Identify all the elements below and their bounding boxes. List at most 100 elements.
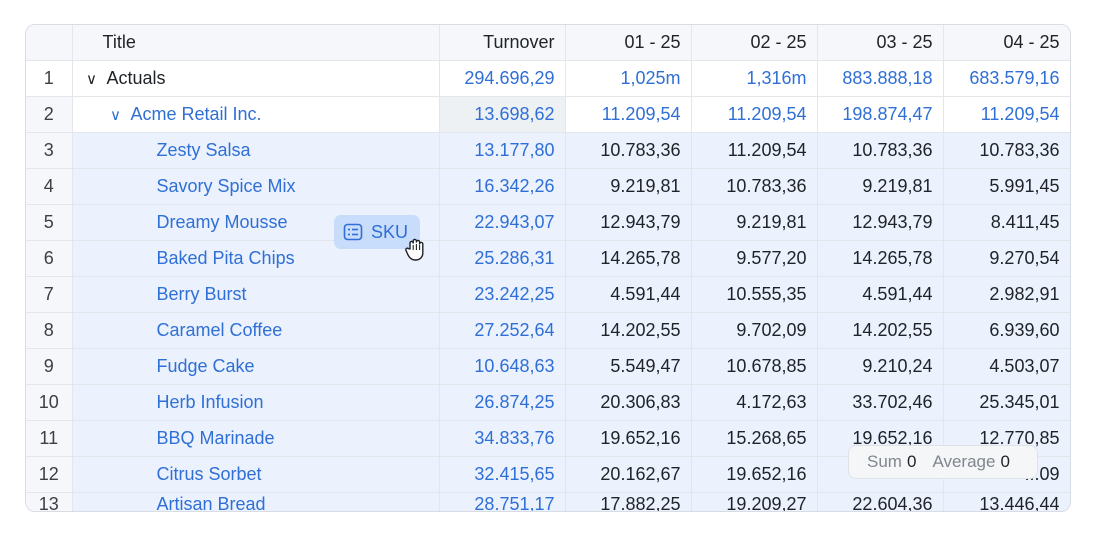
month-cell-2[interactable]: 10.678,85 [691,348,818,385]
turnover-cell[interactable]: 25.286,31 [439,240,566,277]
month-cell-1[interactable]: 14.202,55 [565,312,692,349]
chevron-down-icon[interactable]: ∨ [107,106,125,124]
turnover-cell[interactable]: 294.696,29 [439,60,566,97]
row-title-cell[interactable]: Caramel Coffee [72,312,440,349]
month-cell-2[interactable]: 11.209,54 [691,132,818,169]
month-cell-1[interactable]: 20.306,83 [565,384,692,421]
month-cell-2[interactable]: 4.172,63 [691,384,818,421]
turnover-cell[interactable]: 27.252,64 [439,312,566,349]
month-cell-3[interactable]: 33.702,46 [817,384,944,421]
month-cell-2[interactable]: 9.219,81 [691,204,818,241]
column-header-03-25[interactable]: 03 - 25 [817,25,944,61]
month-cell-4[interactable]: 683.579,16 [943,60,1070,97]
month-cell-4[interactable]: 11.209,54 [943,96,1070,133]
month-cell-1[interactable]: 10.783,36 [565,132,692,169]
table-row[interactable]: 1 ∨ Actuals 294.696,29 1,025m 1,316m 883.888,1… [26,60,1070,97]
month-cell-4[interactable]: 6.939,60 [943,312,1070,349]
table-row[interactable]: 5 Dreamy Mousse 22.943,07 12.943,79 9.219,81… [26,204,1070,241]
month-cell-2[interactable]: 15.268,65 [691,420,818,457]
table-row[interactable]: 3 Zesty Salsa 13.177,80 10.783,36 11.209,54 1… [26,132,1070,169]
month-cell-3[interactable]: 4.591,44 [817,276,944,313]
row-title-label: Zesty Salsa [156,140,251,160]
chevron-down-icon[interactable]: ∨ [83,70,101,88]
row-title-cell[interactable]: Fudge Cake [72,348,440,385]
turnover-cell[interactable]: 28.751,17 [439,492,566,511]
month-cell-3[interactable]: 10.783,36 [817,132,944,169]
month-cell-1[interactable]: 4.591,44 [565,276,692,313]
turnover-cell[interactable]: 32.415,65 [439,456,566,493]
row-title-cell[interactable]: ∨ Acme Retail Inc. [72,96,440,133]
table-row[interactable]: 7 Berry Burst 23.242,25 4.591,44 10.555,35 4.… [26,276,1070,313]
month-cell-2[interactable]: 1,316m [691,60,818,97]
row-title-cell[interactable]: Artisan Bread [72,492,440,511]
row-number: 8 [26,312,73,349]
month-cell-1[interactable]: 9.219,81 [565,168,692,205]
row-number: 13 [26,492,73,511]
turnover-cell[interactable]: 23.242,25 [439,276,566,313]
row-number: 10 [26,384,73,421]
turnover-cell[interactable]: 13.698,62 [439,96,566,133]
row-title-cell[interactable]: Berry Burst [72,276,440,313]
column-header-title[interactable]: Title [72,25,440,61]
month-cell-2[interactable]: 9.702,09 [691,312,818,349]
month-cell-1[interactable]: 19.652,16 [565,420,692,457]
month-cell-2[interactable]: 10.555,35 [691,276,818,313]
month-cell-1[interactable]: 17.882,25 [565,492,692,511]
month-cell-1[interactable]: 1,025m [565,60,692,97]
month-cell-1[interactable]: 12.943,79 [565,204,692,241]
month-cell-4[interactable]: 2.982,91 [943,276,1070,313]
month-cell-3[interactable]: 14.202,55 [817,312,944,349]
month-cell-3[interactable]: 22.604,36 [817,492,944,511]
table-row[interactable]: 6 Baked Pita Chips 25.286,31 14.265,78 9.577… [26,240,1070,277]
column-header-turnover[interactable]: Turnover [439,25,566,61]
turnover-cell[interactable]: 13.177,80 [439,132,566,169]
column-header-02-25[interactable]: 02 - 25 [691,25,818,61]
month-cell-4[interactable]: 25.345,01 [943,384,1070,421]
month-cell-2[interactable]: 10.783,36 [691,168,818,205]
table-row[interactable]: 9 Fudge Cake 10.648,63 5.549,47 10.678,85 9.2… [26,348,1070,385]
row-title-cell[interactable]: Citrus Sorbet [72,456,440,493]
month-cell-4[interactable]: 4.503,07 [943,348,1070,385]
month-cell-4[interactable]: 8.411,45 [943,204,1070,241]
table-row[interactable]: 8 Caramel Coffee 27.252,64 14.202,55 9.702,0… [26,312,1070,349]
month-cell-4[interactable]: 9.270,54 [943,240,1070,277]
column-header-04-25[interactable]: 04 - 25 [943,25,1070,61]
month-cell-1[interactable]: 5.549,47 [565,348,692,385]
month-cell-2[interactable]: 19.652,16 [691,456,818,493]
month-cell-1[interactable]: 20.162,67 [565,456,692,493]
month-cell-4[interactable]: 13.446,44 [943,492,1070,511]
turnover-cell[interactable]: 34.833,76 [439,420,566,457]
header-row: Title Turnover 01 - 25 02 - 25 03 - 25 0… [26,25,1070,61]
table-row[interactable]: 13 Artisan Bread 28.751,17 17.882,25 19.209,… [26,492,1070,511]
month-cell-4[interactable]: 5.991,45 [943,168,1070,205]
column-header-01-25[interactable]: 01 - 25 [565,25,692,61]
month-cell-3[interactable]: 883.888,18 [817,60,944,97]
corner-cell [26,25,73,61]
turnover-cell[interactable]: 16.342,26 [439,168,566,205]
month-cell-3[interactable]: 14.265,78 [817,240,944,277]
row-title-label: Citrus Sorbet [156,464,262,484]
row-title-cell[interactable]: ∨ Actuals [72,60,440,97]
month-cell-3[interactable]: 12.943,79 [817,204,944,241]
row-title-cell[interactable]: Herb Infusion [72,384,440,421]
table-row[interactable]: 2 ∨ Acme Retail Inc. 13.698,62 11.209,54 11.2… [26,96,1070,133]
table-row[interactable]: 10 Herb Infusion 26.874,25 20.306,83 4.172,6… [26,384,1070,421]
month-cell-1[interactable]: 14.265,78 [565,240,692,277]
table-row[interactable]: 4 Savory Spice Mix 16.342,26 9.219,81 10.783… [26,168,1070,205]
month-cell-2[interactable]: 9.577,20 [691,240,818,277]
month-cell-3[interactable]: 198.874,47 [817,96,944,133]
month-cell-2[interactable]: 19.209,27 [691,492,818,511]
month-cell-4[interactable]: 10.783,36 [943,132,1070,169]
row-title-label: Savory Spice Mix [156,176,296,196]
month-cell-3[interactable]: 9.219,81 [817,168,944,205]
turnover-cell[interactable]: 22.943,07 [439,204,566,241]
row-title-cell[interactable]: Zesty Salsa [72,132,440,169]
data-grid: Title Turnover 01 - 25 02 - 25 03 - 25 0… [25,24,1071,512]
turnover-cell[interactable]: 26.874,25 [439,384,566,421]
month-cell-2[interactable]: 11.209,54 [691,96,818,133]
row-title-cell[interactable]: Savory Spice Mix [72,168,440,205]
turnover-cell[interactable]: 10.648,63 [439,348,566,385]
month-cell-1[interactable]: 11.209,54 [565,96,692,133]
month-cell-3[interactable]: 9.210,24 [817,348,944,385]
row-title-cell[interactable]: BBQ Marinade [72,420,440,457]
